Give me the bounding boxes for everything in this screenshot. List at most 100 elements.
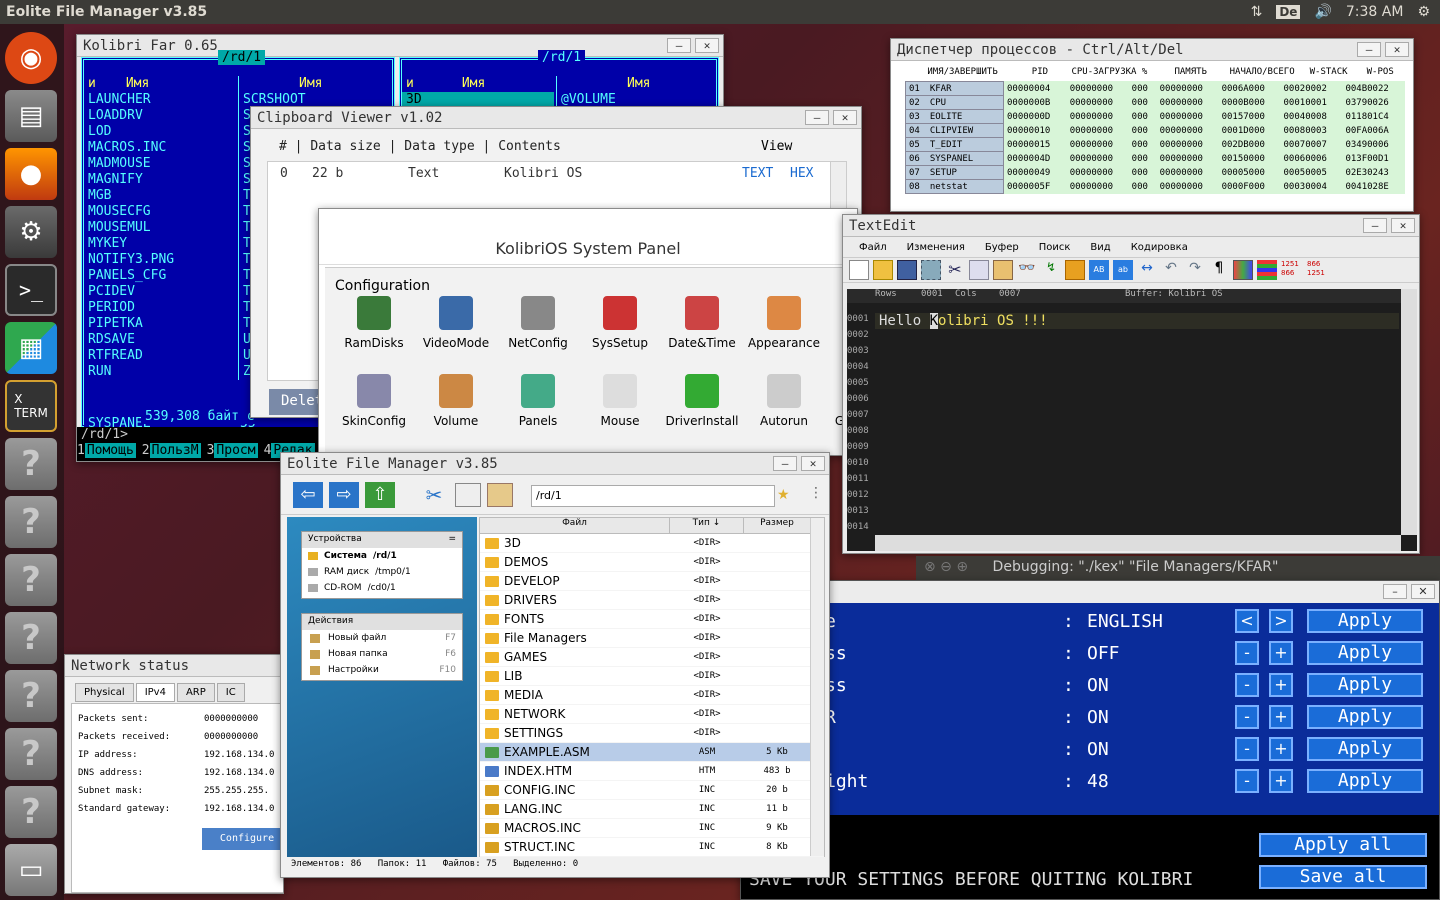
paste-icon[interactable] [993, 260, 1013, 280]
file-row[interactable]: LANG.INC INC 11 b [480, 800, 824, 819]
far-file-item[interactable]: NOTIFY3.PNG [84, 252, 236, 268]
minimize-button[interactable]: – [1363, 218, 1387, 233]
menu-dots-icon[interactable]: ⋮ [809, 485, 823, 501]
encoding-866-1251-icon[interactable]: 866 1251 [1307, 260, 1329, 280]
far-file-item[interactable]: LOADDRV [84, 108, 236, 124]
textedit-hscrollbar[interactable] [875, 535, 1401, 551]
far-file-item[interactable]: MYKEY [84, 236, 236, 252]
copy-icon[interactable] [455, 482, 481, 507]
file-row[interactable]: 3D <DIR> [480, 534, 824, 553]
encoding-1251-866-icon[interactable]: 1251 866 [1281, 260, 1303, 280]
new-file-icon[interactable] [849, 260, 869, 280]
file-row[interactable]: DRIVERS <DIR> [480, 591, 824, 610]
unknown-app-icon[interactable]: ? [5, 670, 57, 722]
file-row[interactable]: DEVELOP <DIR> [480, 572, 824, 591]
minimize-button[interactable]: – [805, 110, 829, 125]
far-file-item[interactable]: PCIDEV [84, 284, 236, 300]
file-row[interactable]: EXAMPLE.ASM ASM 5 Kb [480, 743, 824, 762]
up-arrow-icon[interactable]: ⇧ [365, 481, 395, 508]
file-row[interactable]: GAMES <DIR> [480, 648, 824, 667]
far-file-item[interactable]: MACROS.INC [84, 140, 236, 156]
device-item[interactable]: Система/rd/1 [302, 548, 462, 564]
process-row[interactable]: 04 CLIPVIEW 00000010 00000000 000 00000000 000… [905, 123, 1405, 138]
menu-item[interactable]: Поиск [1039, 242, 1071, 253]
device-item[interactable]: CD-ROM/cd0/1 [302, 580, 462, 596]
undo-icon[interactable]: ↶ [1161, 260, 1181, 280]
process-row[interactable]: 08 netstat 0000005F 00000000 000 00000000 0000… [905, 179, 1405, 194]
configure-button[interactable]: Configure [202, 828, 283, 850]
menu-item[interactable]: Вид [1090, 242, 1110, 253]
far-fkey[interactable]: 1 Помощь [77, 443, 136, 458]
file-row[interactable]: LIB <DIR> [480, 667, 824, 686]
lowercase-icon[interactable]: ab [1113, 260, 1133, 280]
workspaces-icon[interactable]: ▭ [5, 844, 57, 896]
unknown-app-icon[interactable]: ? [5, 612, 57, 664]
process-row[interactable]: 02 CPU 0000000B 00000000 000 00000000 0000B000… [905, 95, 1405, 110]
far-file-item[interactable]: RUN [84, 364, 236, 380]
action-item[interactable]: Новый файл F7 [302, 630, 462, 646]
process-row[interactable]: 03 EOLITE 0000000D 00000000 000 00000000 00157… [905, 109, 1405, 124]
forward-arrow-icon[interactable]: ⇨ [329, 481, 359, 508]
config-item-volume[interactable]: Volume [415, 374, 497, 428]
find-icon[interactable]: 👓 [1017, 260, 1037, 280]
increase-button[interactable]: + [1269, 641, 1293, 665]
far-fkey[interactable]: 2 ПользМ [142, 443, 201, 458]
file-row[interactable]: SETTINGS <DIR> [480, 724, 824, 743]
header-size[interactable]: Размер [744, 518, 810, 533]
file-row[interactable]: STRUCT.INC INC 8 Kb [480, 838, 824, 857]
cut-icon[interactable]: ✂ [945, 260, 965, 280]
process-row[interactable]: 07 SETUP 00000049 00000000 000 00000000 000050… [905, 165, 1405, 180]
device-item[interactable]: RAM диск/tmp0/1 [302, 564, 462, 580]
far-file-item[interactable]: MADMOUSE [84, 156, 236, 172]
config-item-ramdisks[interactable]: RamDisks [333, 296, 415, 350]
copy-icon[interactable] [969, 260, 989, 280]
redo-icon[interactable]: ↷ [1185, 260, 1205, 280]
menu-item[interactable]: Изменения [907, 242, 965, 253]
text-content[interactable]: Hello Kolibri OS !!! [879, 313, 1048, 329]
clip-hex-link[interactable]: HEX [790, 166, 813, 181]
firefox-icon[interactable]: ● [5, 148, 57, 200]
config-item-netconfig[interactable]: NetConfig [497, 296, 579, 350]
config-item-syssetup[interactable]: SysSetup [579, 296, 661, 350]
paste-icon[interactable] [487, 482, 513, 507]
decrease-button[interactable]: < [1235, 609, 1259, 633]
action-item[interactable]: Новая папка F6 [302, 646, 462, 662]
process-column-header[interactable]: W-POS [1355, 67, 1405, 81]
far-file-item[interactable]: MOUSEMUL [84, 220, 236, 236]
close-button[interactable]: ✕ [1411, 584, 1435, 599]
close-button[interactable]: ✕ [1391, 218, 1415, 233]
save-all-button[interactable]: Save all [1259, 865, 1427, 889]
tab-ic[interactable]: IC [216, 683, 245, 702]
decrease-button[interactable]: - [1235, 705, 1259, 729]
far-file-item[interactable]: RDSAVE [84, 332, 236, 348]
config-item-mouse[interactable]: Mouse [579, 374, 661, 428]
close-button[interactable]: ✕ [1385, 42, 1409, 57]
far-fkey[interactable]: 3 Просм [207, 443, 258, 458]
unknown-app-icon[interactable]: ? [5, 496, 57, 548]
minimize-button[interactable]: – [773, 456, 797, 471]
tab-physical[interactable]: Physical [75, 683, 134, 702]
file-row[interactable]: DEMOS <DIR> [480, 553, 824, 572]
file-row[interactable]: MEDIA <DIR> [480, 686, 824, 705]
process-column-header[interactable]: ПАМЯТЬ [1159, 67, 1222, 81]
process-row[interactable]: 06 SYSPANEL 0000004D 00000000 000 00000000 001… [905, 151, 1405, 166]
process-column-header[interactable]: НАЧАЛО/ВСЕГО [1222, 67, 1301, 81]
process-row[interactable]: 05 T_EDIT 00000015 00000000 000 00000000 002DB… [905, 137, 1405, 152]
far-file-item[interactable]: MAGNIFY [84, 172, 236, 188]
file-row[interactable]: INDEX.HTM HTM 483 b [480, 762, 824, 781]
apply-button[interactable]: Apply [1307, 705, 1423, 729]
apply-button[interactable]: Apply [1307, 769, 1423, 793]
minimize-button[interactable]: – [1383, 584, 1407, 599]
config-item-datetime[interactable]: Date&Time [661, 296, 743, 350]
file-row[interactable]: File Managers <DIR> [480, 629, 824, 648]
decrease-button[interactable]: - [1235, 641, 1259, 665]
far-file-item[interactable]: MOUSECFG [84, 204, 236, 220]
settings-gear-icon[interactable]: ⚙ [1417, 4, 1430, 20]
apply-button[interactable]: Apply [1307, 737, 1423, 761]
file-row[interactable]: FONTS <DIR> [480, 610, 824, 629]
goto-icon[interactable] [1065, 260, 1085, 280]
pilcrow-icon[interactable]: ¶ [1209, 260, 1229, 280]
keyboard-layout-indicator[interactable]: De [1276, 5, 1301, 19]
decrease-button[interactable]: - [1235, 769, 1259, 793]
close-button[interactable]: ✕ [833, 110, 857, 125]
